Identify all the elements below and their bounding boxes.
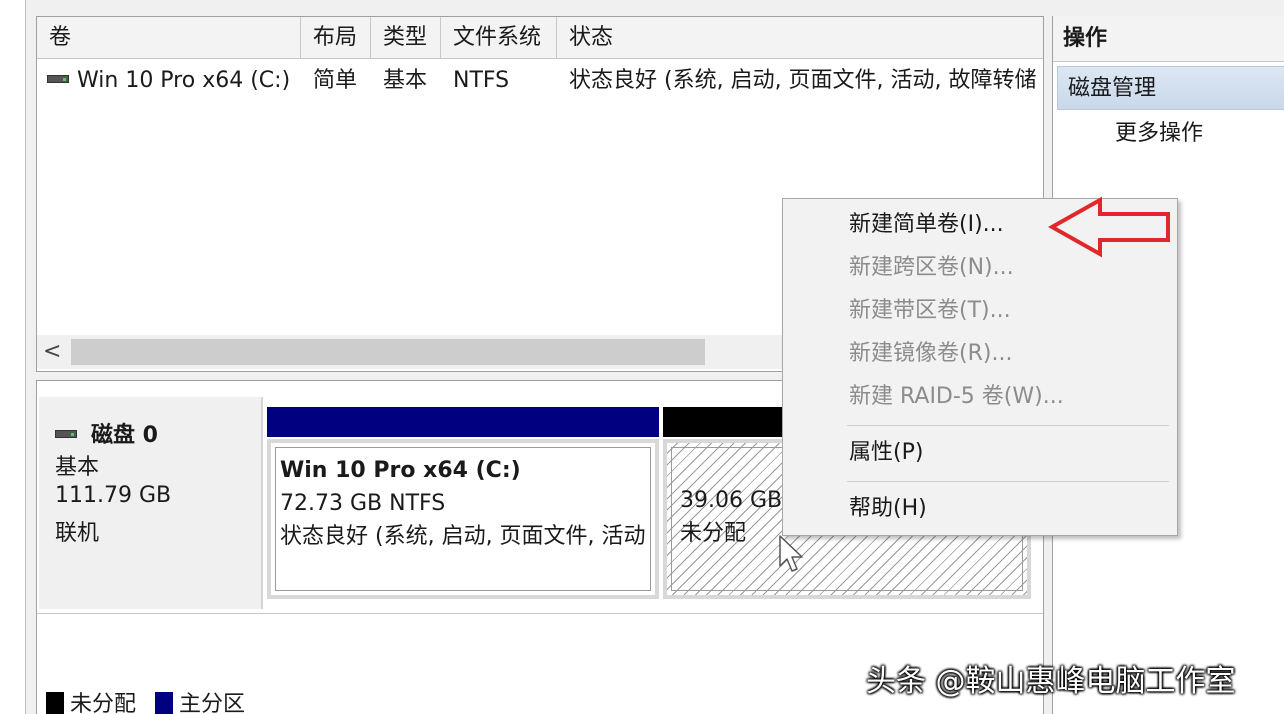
mouse-cursor-icon	[779, 535, 803, 572]
partition-c-inner: Win 10 Pro x64 (C:) 72.73 GB NTFS 状态良好 (…	[275, 447, 651, 591]
disk-title: 磁盘 0	[55, 417, 158, 449]
disk-kind: 基本	[55, 455, 100, 480]
filesystem-cell: NTFS	[453, 68, 510, 93]
partition-c[interactable]: Win 10 Pro x64 (C:) 72.73 GB NTFS 状态良好 (…	[267, 439, 659, 599]
column-header-type[interactable]: 类型	[371, 17, 441, 59]
more-actions-link[interactable]: 更多操作	[1115, 112, 1203, 156]
disk-divider	[37, 613, 1043, 614]
menu-item-new-spanned-volume[interactable]: 新建跨区卷(N)...	[849, 248, 1014, 288]
layout-cell: 简单	[313, 68, 358, 93]
left-navigation-strip	[0, 0, 26, 714]
legend-swatch-primary	[155, 692, 174, 714]
actions-section-disk-management[interactable]: 磁盘管理	[1057, 66, 1284, 110]
actions-header: 操作	[1053, 16, 1284, 62]
status-cell: 状态良好 (系统, 启动, 页面文件, 活动, 故障转储	[569, 68, 1037, 93]
menu-item-new-raid5-volume[interactable]: 新建 RAID-5 卷(W)...	[849, 377, 1064, 417]
partition-size-fs: 72.73 GB NTFS	[280, 491, 446, 516]
column-header-filesystem[interactable]: 文件系统	[441, 17, 557, 59]
column-header-status[interactable]: 状态	[557, 17, 1043, 59]
primary-partition-bar	[267, 407, 659, 437]
table-row[interactable]: Win 10 Pro x64 (C:) 简单 基本 NTFS 状态良好 (系统,…	[37, 61, 1043, 101]
menu-item-help[interactable]: 帮助(H)	[849, 489, 927, 529]
legend-item: 主分区	[155, 686, 245, 714]
disk-icon	[55, 430, 77, 438]
disk-name: 磁盘 0	[91, 423, 158, 448]
legend-label: 未分配	[70, 692, 137, 714]
red-arrow-icon	[1048, 196, 1170, 258]
legend: 未分配 主分区	[46, 686, 257, 714]
scroll-left-icon[interactable]: <	[43, 335, 61, 369]
menu-separator	[847, 481, 1169, 482]
disk-size: 111.79 GB	[55, 483, 172, 508]
volume-cell: Win 10 Pro x64 (C:)	[47, 61, 301, 101]
menu-item-new-simple-volume[interactable]: 新建简单卷(I)...	[849, 205, 1004, 245]
legend-swatch-unallocated	[46, 692, 64, 714]
column-header-layout[interactable]: 布局	[301, 17, 371, 59]
menu-item-new-striped-volume[interactable]: 新建带区卷(T)...	[849, 291, 1011, 331]
type-cell: 基本	[383, 68, 428, 93]
menu-item-new-mirrored-volume[interactable]: 新建镜像卷(R)...	[849, 334, 1012, 374]
volume-name: Win 10 Pro x64 (C:)	[77, 68, 291, 93]
legend-item: 未分配	[46, 686, 136, 714]
menu-separator	[847, 425, 1169, 426]
column-header-volume[interactable]: 卷	[37, 17, 301, 59]
menu-item-properties[interactable]: 属性(P)	[849, 433, 923, 473]
drive-icon	[47, 75, 69, 83]
scrollbar-thumb[interactable]	[71, 339, 705, 365]
disk-info-panel[interactable]: 磁盘 0 基本 111.79 GB 联机	[39, 397, 263, 609]
legend-label: 主分区	[179, 692, 246, 714]
volume-list-header: 卷 布局 类型 文件系统 状态	[37, 17, 1043, 59]
partition-status: 状态良好 (系统, 启动, 页面文件, 活动	[280, 524, 646, 549]
partition-title: Win 10 Pro x64 (C:)	[280, 458, 521, 483]
watermark-text: 头条 @鞍山惠峰电脑工作室	[866, 664, 1236, 699]
disk-state: 联机	[55, 521, 100, 546]
